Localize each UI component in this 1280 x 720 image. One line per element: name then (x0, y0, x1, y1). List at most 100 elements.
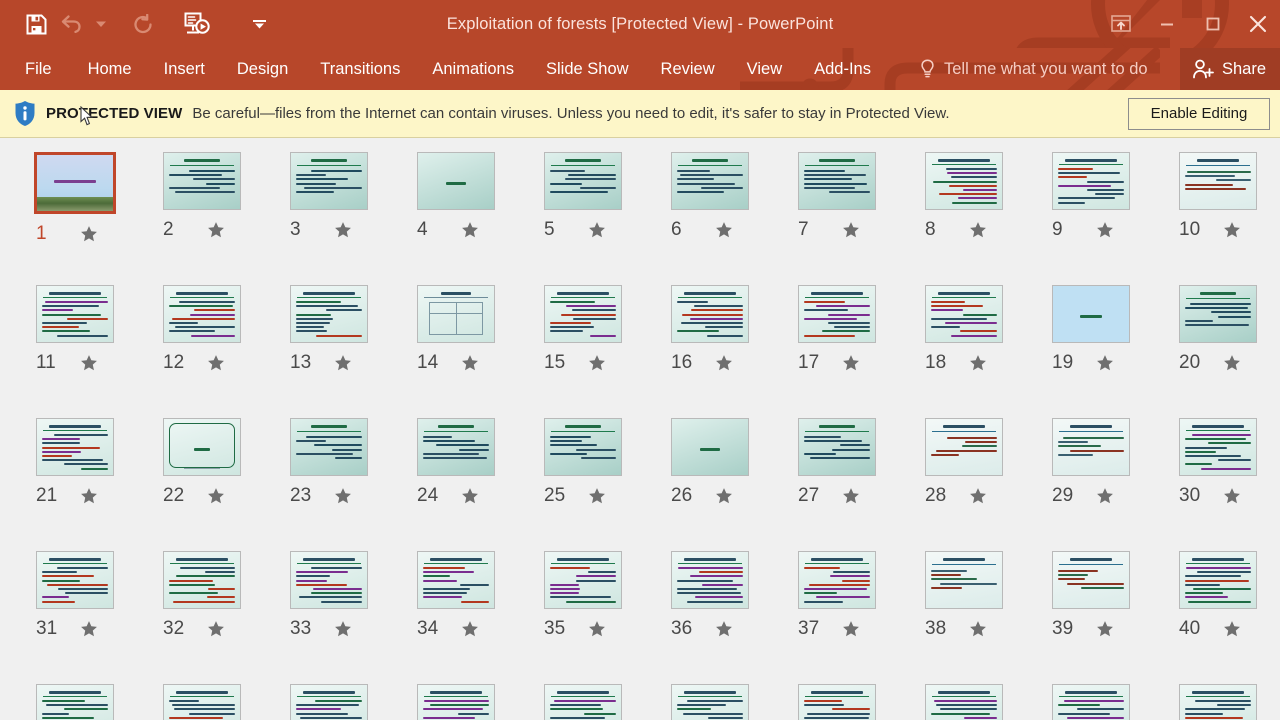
undo-dropdown-button[interactable] (86, 4, 116, 44)
star-icon[interactable] (842, 354, 860, 372)
star-icon[interactable] (334, 354, 352, 372)
slide-thumbnail[interactable] (671, 551, 749, 609)
slide-thumbnail[interactable] (36, 551, 114, 609)
slide-thumbnail-cell[interactable]: 31 (23, 551, 150, 684)
slide-thumbnail-cell[interactable]: 41 (23, 684, 150, 720)
tab-file[interactable]: File (0, 48, 72, 90)
star-icon[interactable] (207, 221, 225, 239)
star-icon[interactable] (715, 620, 733, 638)
slide-thumbnail[interactable] (544, 418, 622, 476)
star-icon[interactable] (588, 354, 606, 372)
slide-thumbnail[interactable] (925, 285, 1003, 343)
slide-thumbnail-cell[interactable]: 4 (404, 152, 531, 285)
slide-thumbnail-cell[interactable]: 32 (150, 551, 277, 684)
star-icon[interactable] (1096, 620, 1114, 638)
star-icon[interactable] (1096, 487, 1114, 505)
star-icon[interactable] (80, 487, 98, 505)
slide-thumbnail[interactable] (671, 152, 749, 210)
slide-thumbnail-cell[interactable]: 23 (277, 418, 404, 551)
star-icon[interactable] (207, 354, 225, 372)
slide-thumbnail[interactable] (36, 285, 114, 343)
star-icon[interactable] (969, 487, 987, 505)
star-icon[interactable] (80, 620, 98, 638)
tab-review[interactable]: Review (645, 48, 731, 90)
tab-insert[interactable]: Insert (148, 48, 221, 90)
slide-thumbnail-cell[interactable]: 20 (1166, 285, 1280, 418)
star-icon[interactable] (80, 225, 98, 243)
slide-thumbnail-cell[interactable]: 24 (404, 418, 531, 551)
star-icon[interactable] (207, 620, 225, 638)
slide-thumbnail-cell[interactable]: 18 (912, 285, 1039, 418)
star-icon[interactable] (588, 620, 606, 638)
slide-thumbnail[interactable] (544, 684, 622, 720)
tab-design[interactable]: Design (221, 48, 304, 90)
slide-thumbnail-cell[interactable]: 30 (1166, 418, 1280, 551)
slide-thumbnail[interactable] (36, 684, 114, 720)
slide-thumbnail[interactable] (798, 684, 876, 720)
slide-thumbnail-cell[interactable]: 28 (912, 418, 1039, 551)
slide-thumbnail[interactable] (1052, 418, 1130, 476)
star-icon[interactable] (842, 620, 860, 638)
slide-thumbnail-cell[interactable]: 11 (23, 285, 150, 418)
slide-thumbnail[interactable] (417, 152, 495, 210)
slide-thumbnail[interactable] (34, 152, 116, 214)
tab-add-ins[interactable]: Add-Ins (798, 48, 887, 90)
redo-button[interactable] (116, 4, 170, 44)
slide-thumbnail-cell[interactable]: 38 (912, 551, 1039, 684)
slide-thumbnail[interactable] (1179, 551, 1257, 609)
slide-thumbnail[interactable] (290, 418, 368, 476)
slide-thumbnail-cell[interactable]: 39 (1039, 551, 1166, 684)
slide-thumbnail-cell[interactable]: 19 (1039, 285, 1166, 418)
slide-thumbnail-cell[interactable]: 1 (23, 152, 150, 285)
tab-slide-show[interactable]: Slide Show (530, 48, 645, 90)
slide-thumbnail[interactable] (417, 285, 495, 343)
slide-thumbnail-cell[interactable]: 5 (531, 152, 658, 285)
slide-thumbnail-cell[interactable]: 3 (277, 152, 404, 285)
slide-thumbnail[interactable] (798, 285, 876, 343)
slide-thumbnail-cell[interactable]: 26 (658, 418, 785, 551)
star-icon[interactable] (969, 354, 987, 372)
slide-thumbnail[interactable] (798, 551, 876, 609)
star-icon[interactable] (461, 620, 479, 638)
slide-thumbnail[interactable] (925, 684, 1003, 720)
slide-thumbnail[interactable] (1052, 684, 1130, 720)
slide-thumbnail-cell[interactable]: 33 (277, 551, 404, 684)
slide-thumbnail[interactable] (417, 551, 495, 609)
star-icon[interactable] (842, 221, 860, 239)
slide-thumbnail[interactable] (163, 684, 241, 720)
minimize-button[interactable] (1144, 2, 1190, 46)
star-icon[interactable] (715, 221, 733, 239)
customize-qat-button[interactable] (232, 4, 286, 44)
slide-thumbnail[interactable] (36, 418, 114, 476)
slide-thumbnail-cell[interactable]: 27 (785, 418, 912, 551)
star-icon[interactable] (334, 620, 352, 638)
slide-thumbnail-cell[interactable]: 36 (658, 551, 785, 684)
star-icon[interactable] (969, 620, 987, 638)
slide-thumbnail[interactable] (1179, 418, 1257, 476)
slide-thumbnail[interactable] (163, 152, 241, 210)
slide-thumbnail-cell[interactable]: 22 (150, 418, 277, 551)
star-icon[interactable] (207, 487, 225, 505)
star-icon[interactable] (1223, 620, 1241, 638)
slide-thumbnail-cell[interactable]: 12 (150, 285, 277, 418)
slide-thumbnail-cell[interactable]: 49 (1039, 684, 1166, 720)
slide-thumbnail-cell[interactable]: 37 (785, 551, 912, 684)
slide-thumbnail[interactable] (1179, 285, 1257, 343)
star-icon[interactable] (1223, 487, 1241, 505)
slide-thumbnail[interactable] (925, 551, 1003, 609)
slide-thumbnail-cell[interactable]: 45 (531, 684, 658, 720)
slide-thumbnail[interactable] (671, 418, 749, 476)
star-icon[interactable] (715, 354, 733, 372)
star-icon[interactable] (1096, 354, 1114, 372)
slide-thumbnail[interactable] (290, 285, 368, 343)
slide-thumbnail-cell[interactable]: 13 (277, 285, 404, 418)
slide-thumbnail-cell[interactable]: 14 (404, 285, 531, 418)
close-button[interactable] (1236, 2, 1280, 46)
slide-thumbnail[interactable] (1052, 551, 1130, 609)
star-icon[interactable] (1223, 354, 1241, 372)
slide-thumbnail-cell[interactable]: 35 (531, 551, 658, 684)
slide-thumbnail[interactable] (1179, 684, 1257, 720)
start-slideshow-button[interactable] (170, 4, 224, 44)
slide-thumbnail[interactable] (163, 285, 241, 343)
slide-thumbnail-cell[interactable]: 16 (658, 285, 785, 418)
